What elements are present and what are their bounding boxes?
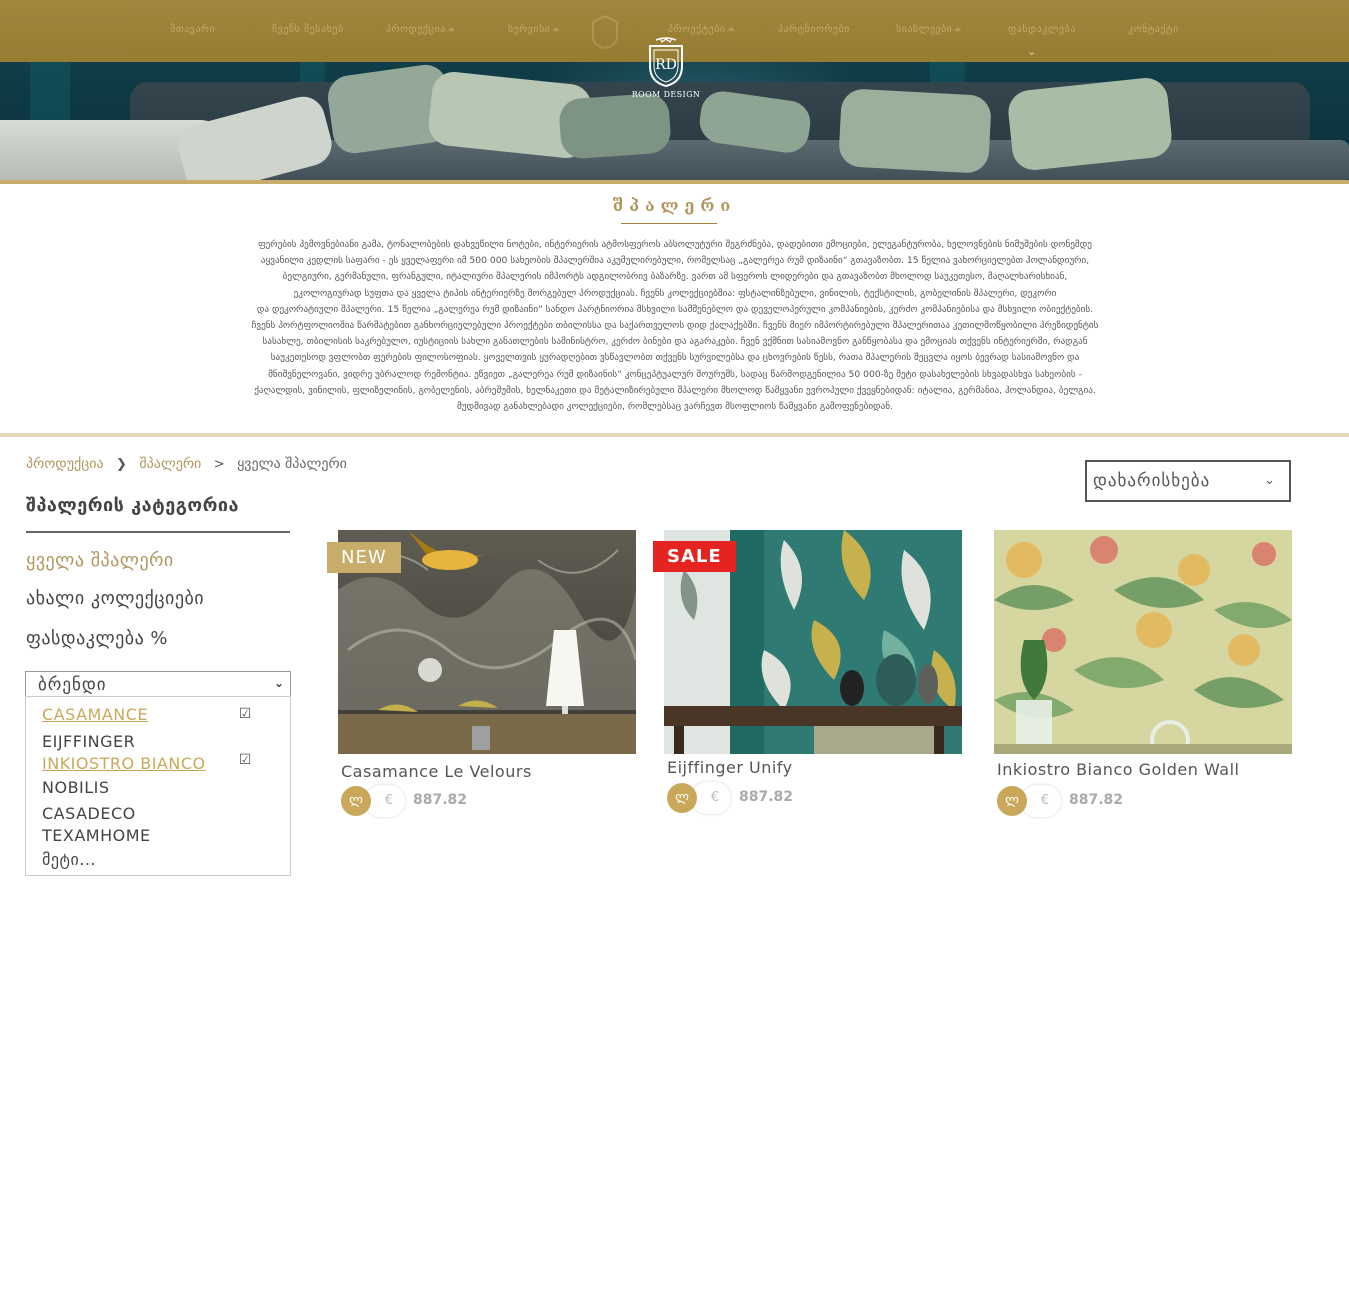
price-row: € ლ 887.82 (341, 785, 541, 819)
hero-bottom-strip (0, 180, 1349, 184)
brand-option-nobilis[interactable]: NOBILIS (42, 778, 110, 797)
brand-option-casadeco[interactable]: CASADECO (42, 804, 136, 823)
chevron-down-icon[interactable]: ⌄ (1027, 45, 1036, 58)
intro-line: ბელგიური, გერმანული, ფრანგული, იტალიური … (282, 271, 1068, 283)
nav-item-about[interactable]: ჩვენს შესახებ (272, 24, 344, 35)
product-title[interactable]: Casamance Le Velours (341, 762, 532, 781)
intro-line: აყვანილი კედლის საფარი - ეს ყველაფერი იმ… (260, 255, 1090, 267)
currency-gel-button[interactable]: ლ (667, 783, 697, 813)
menu-icon: ≡ (727, 25, 735, 34)
checkbox-checked-icon[interactable]: ☑ (237, 752, 253, 768)
currency-gel-button[interactable]: ლ (997, 786, 1027, 816)
currency-eur-button[interactable]: € (365, 785, 405, 817)
breadcrumb-link-products[interactable]: პროდუქცია (26, 456, 104, 472)
currency-gel-button[interactable]: ლ (341, 786, 371, 816)
nav-item-home[interactable]: მთავარი (170, 24, 215, 35)
chevron-down-icon: ⌄ (1264, 473, 1275, 488)
sort-label: დახარისხება (1093, 471, 1211, 491)
product-price: 887.82 (1069, 792, 1124, 808)
category-link-all[interactable]: ყველა შპალერი (26, 550, 174, 571)
brand-select[interactable]: ბრენდი ⌄ (25, 671, 291, 697)
site-logo[interactable]: RD ROOM DESIGN (628, 36, 704, 104)
logo-ghost-icon (592, 14, 618, 50)
brand-option-casamance[interactable]: CASAMANCE (42, 705, 148, 724)
brand-option-more[interactable]: მეტი... (42, 850, 96, 869)
sort-select[interactable]: დახარისხება ⌄ (1085, 460, 1291, 502)
brand-select-label: ბრენდი (38, 675, 107, 695)
section-divider (0, 433, 1349, 437)
brand-option-eijffinger[interactable]: EIJFFINGER (42, 732, 135, 751)
breadcrumb-current: ყველა შპალერი (237, 456, 347, 472)
nav-item-sale[interactable]: ფასდაკლება (1008, 24, 1076, 35)
price-row: € ლ 887.82 (667, 782, 867, 816)
menu-icon: ≡ (552, 25, 560, 34)
title-divider (621, 223, 717, 224)
brand-option-texamhome[interactable]: TEXAMHOME (42, 826, 151, 845)
chevron-down-icon: ⌄ (273, 676, 284, 690)
intro-text: ფერების ჰემოვნებიანი გამა, ტონალობების დ… (200, 237, 1150, 415)
category-link-sale[interactable]: ფასდაკლება % (26, 628, 168, 649)
nav-item-products[interactable]: პროდუქცია ≡ (386, 24, 455, 35)
product-price: 887.82 (739, 789, 794, 805)
intro-line: ეკოლოგიურად სუფთა და ყველა ტიპის ინტერიე… (293, 287, 1057, 299)
intro-line: მნიშვნელოვანი, ვიდრე უბრალოდ რემონტია. ე… (268, 368, 1082, 380)
breadcrumb-separator-icon: > (213, 457, 225, 472)
currency-eur-button[interactable]: € (691, 782, 731, 814)
nav-item-services[interactable]: სერვისი ≡ (508, 24, 560, 35)
product-title[interactable]: Inkiostro Bianco Golden Wall (997, 760, 1239, 779)
intro-line: და დეკორატიული შპალერი. 15 წელია „გალერე… (256, 303, 1094, 315)
nav-item-projects[interactable]: პროექტები ≡ (668, 24, 735, 35)
nav-item-partners[interactable]: პარტნიორები (778, 24, 850, 35)
intro-line: ქაღალდის, ვინილის, ფლიზელინის, გობელენის… (254, 384, 1096, 396)
logo-wordmark: ROOM DESIGN (631, 90, 701, 99)
breadcrumb: პროდუქცია ❯ შპალერი > ყველა შპალერი (26, 456, 347, 472)
brand-option-inkiostro-bianco[interactable]: INKIOSTRO BIANCO (42, 754, 206, 773)
logo-crest-icon: RD (649, 37, 683, 88)
product-price: 887.82 (413, 792, 468, 808)
intro-line: ფერების ჰემოვნებიანი გამა, ტონალობების დ… (258, 239, 1092, 250)
intro-line: მუდმივად განახლებადი კოლექციები, რომლებს… (456, 401, 894, 413)
category-link-new[interactable]: ახალი კოლექციები (26, 588, 204, 609)
page-title: შპალერი (612, 196, 737, 215)
category-divider (26, 531, 290, 533)
svg-text:RD: RD (655, 57, 677, 73)
brand-dropdown-list: CASAMANCE ☑ EIJFFINGER INKIOSTRO BIANCO … (25, 696, 291, 876)
currency-eur-button[interactable]: € (1021, 785, 1061, 817)
menu-icon: ≡ (954, 25, 962, 34)
product-image[interactable] (994, 530, 1292, 754)
price-row: € ლ 887.82 (997, 785, 1197, 819)
product-title[interactable]: Eijffinger Unify (667, 758, 793, 777)
intro-line: სასახლე, თბილისის საკრებულო, იუსტიციის ს… (262, 336, 1088, 348)
breadcrumb-link-wallpaper[interactable]: შპალერი (139, 456, 201, 472)
intro-line: ჩვენს პორტფოლიოშია წარმატებით განხორციელ… (251, 320, 1099, 332)
sale-badge: SALE (653, 541, 736, 572)
category-title: შპალერის კატეგორია (26, 495, 240, 516)
checkbox-checked-icon[interactable]: ☑ (237, 706, 253, 722)
breadcrumb-separator-icon: ❯ (116, 457, 127, 472)
new-badge: NEW (327, 542, 401, 573)
menu-icon: ≡ (447, 25, 456, 34)
intro-line: საუკეთესოდ ვფლობთ ფერების ფილოსოფიას. ყო… (270, 352, 1080, 364)
nav-item-contact[interactable]: კონტაქტი (1128, 24, 1179, 35)
nav-item-news[interactable]: სიახლეები ≡ (896, 24, 962, 35)
